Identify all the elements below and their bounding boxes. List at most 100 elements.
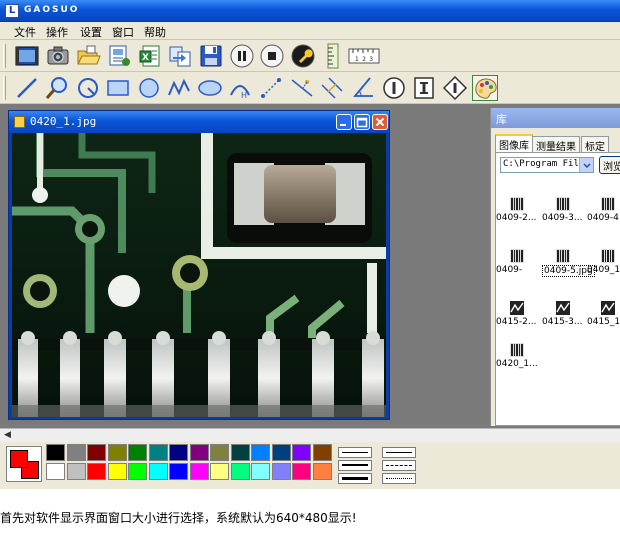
color-swatch[interactable]: [292, 463, 311, 480]
thumbnail-item[interactable]: 0420_1...: [496, 343, 542, 385]
text-tool-icon[interactable]: [411, 75, 437, 101]
info-circle-icon[interactable]: [381, 75, 407, 101]
ellipse-tool-icon[interactable]: [197, 75, 223, 101]
thumbnail-item[interactable]: 0409-4: [587, 197, 620, 239]
color-swatch[interactable]: [46, 463, 65, 480]
color-swatch[interactable]: [292, 444, 311, 461]
color-swatch[interactable]: [271, 444, 291, 461]
menu-file[interactable]: 文件: [14, 24, 36, 40]
circle-tool-icon[interactable]: [136, 75, 162, 101]
polyline-tool-icon[interactable]: [166, 75, 192, 101]
color-swatch[interactable]: [312, 444, 332, 461]
app-title: GAOSUO: [24, 5, 80, 15]
menu-help[interactable]: 帮助: [144, 24, 166, 40]
color-swatch[interactable]: [169, 463, 188, 480]
menu-settings[interactable]: 设置: [80, 24, 102, 40]
color-swatch[interactable]: [210, 463, 229, 480]
app-title-bar[interactable]: L GAOSUO: [0, 0, 620, 22]
arc-circle-icon[interactable]: [75, 75, 101, 101]
thumbnail-item[interactable]: 0409-2...: [496, 197, 542, 239]
image-list-icon[interactable]: [106, 43, 132, 69]
dash-style-dashed[interactable]: [382, 460, 416, 471]
toolbar-grip[interactable]: [3, 76, 6, 100]
angle-tool-icon[interactable]: [350, 75, 376, 101]
camera-icon[interactable]: [45, 43, 71, 69]
path-dropdown[interactable]: C:\Program Files: [500, 157, 594, 173]
tab-calibration[interactable]: 标定: [581, 136, 609, 153]
line-tool-icon[interactable]: [14, 75, 40, 101]
color-swatch[interactable]: [66, 444, 86, 461]
color-swatch[interactable]: [107, 463, 127, 480]
save-icon[interactable]: [198, 43, 224, 69]
arc-height-icon[interactable]: H: [227, 75, 253, 101]
rectangle-tool-icon[interactable]: [105, 75, 131, 101]
close-icon: [375, 117, 385, 127]
tab-measurement-results[interactable]: 测量结果: [532, 136, 580, 153]
minimize-button[interactable]: [336, 114, 352, 130]
maximize-button[interactable]: [354, 114, 370, 130]
magnifier-icon[interactable]: [44, 75, 70, 101]
parallel-distance-icon[interactable]: [319, 75, 345, 101]
point-line-distance-icon[interactable]: [289, 75, 315, 101]
line-style-thin[interactable]: [338, 447, 372, 458]
capture-icon[interactable]: [14, 43, 40, 69]
library-title-bar[interactable]: 库: [491, 108, 620, 128]
dash-style-dotted[interactable]: [382, 473, 416, 484]
image-window[interactable]: 0420_1.jpg: [8, 110, 390, 420]
color-swatch[interactable]: [251, 444, 270, 461]
transfer-icon[interactable]: [167, 43, 193, 69]
thumbnail-item[interactable]: 0409-5.jpg: [542, 249, 595, 291]
line-style-medium[interactable]: [338, 460, 372, 471]
excel-icon[interactable]: X: [137, 43, 163, 69]
color-swatch[interactable]: [189, 444, 209, 461]
ruler-vertical-icon[interactable]: [320, 43, 346, 69]
image-window-title-bar[interactable]: 0420_1.jpg: [9, 111, 389, 133]
browse-button[interactable]: 浏览: [599, 156, 620, 174]
thumbnail-item[interactable]: 0415_1: [587, 301, 620, 343]
thumbnail-barcode-icon: [556, 197, 570, 211]
line-style-thick[interactable]: [338, 473, 372, 484]
thumbnail-item[interactable]: 0409-: [496, 249, 542, 291]
color-swatch[interactable]: [189, 463, 209, 480]
color-swatch[interactable]: [107, 444, 127, 461]
color-swatch[interactable]: [169, 444, 188, 461]
distance-tool-icon[interactable]: [258, 75, 284, 101]
current-colors[interactable]: [6, 446, 42, 482]
color-swatch[interactable]: [128, 444, 147, 461]
color-swatch[interactable]: [87, 463, 106, 480]
foreground-color-swatch[interactable]: [10, 450, 28, 468]
tab-image-library[interactable]: 图像库: [495, 134, 533, 152]
thumbnail-item[interactable]: 0415-3...: [542, 301, 588, 343]
pause-icon[interactable]: [229, 43, 255, 69]
stop-icon[interactable]: [259, 43, 285, 69]
chevron-down-icon[interactable]: [579, 158, 593, 172]
open-folder-icon[interactable]: [75, 43, 101, 69]
toolbar-grip[interactable]: [3, 44, 6, 68]
color-swatch[interactable]: [271, 463, 291, 480]
color-swatch[interactable]: [66, 463, 86, 480]
color-swatch[interactable]: [128, 463, 147, 480]
menu-operation[interactable]: 操作: [46, 24, 68, 40]
color-swatch[interactable]: [312, 463, 332, 480]
thumbnail-item[interactable]: 0409-3...: [542, 197, 588, 239]
horizontal-scrollbar[interactable]: ◀: [0, 428, 620, 442]
color-swatch[interactable]: [87, 444, 106, 461]
palette-icon[interactable]: [472, 75, 498, 101]
menu-window[interactable]: 窗口: [112, 24, 134, 40]
microscope-image[interactable]: [12, 133, 386, 417]
color-swatch[interactable]: [148, 463, 168, 480]
thumbnail-item[interactable]: 0409_1: [587, 249, 620, 291]
settings-wrench-icon[interactable]: [290, 43, 316, 69]
color-swatch[interactable]: [210, 444, 229, 461]
color-swatch[interactable]: [251, 463, 270, 480]
ruler-horizontal-icon[interactable]: 1 2 3: [348, 43, 380, 69]
color-swatch[interactable]: [230, 444, 250, 461]
color-swatch[interactable]: [46, 444, 65, 461]
color-swatch[interactable]: [230, 463, 250, 480]
diamond-info-icon[interactable]: [442, 75, 468, 101]
dash-style-solid[interactable]: [382, 447, 416, 458]
scroll-left-icon[interactable]: ◀: [2, 430, 13, 441]
color-swatch[interactable]: [148, 444, 168, 461]
close-button[interactable]: [372, 114, 388, 130]
thumbnail-item[interactable]: 0415-2...: [496, 301, 542, 343]
